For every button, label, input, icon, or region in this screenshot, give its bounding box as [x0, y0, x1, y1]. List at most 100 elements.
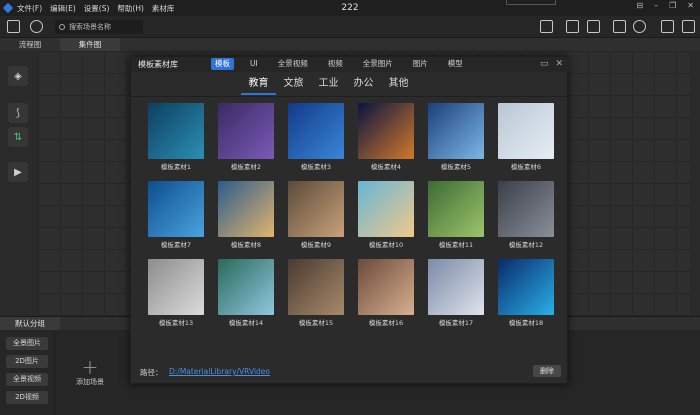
video-icon[interactable]: ▶ — [8, 162, 28, 182]
toolbar: 搜索场景名称 — [0, 16, 700, 38]
save-icon[interactable] — [540, 20, 553, 33]
monitor-icon[interactable] — [661, 20, 674, 33]
type-tab-5[interactable]: 图片 — [409, 58, 432, 70]
template-thumbnail — [358, 259, 414, 315]
template-label: 模板素材12 — [508, 241, 544, 249]
category-tab-1[interactable]: 文旅 — [276, 75, 311, 95]
type-tab-6[interactable]: 模型 — [444, 58, 467, 70]
right-sidebar — [690, 51, 700, 316]
template-label: 模板素材2 — [230, 163, 262, 171]
template-label: 模板素材9 — [300, 241, 332, 249]
tab-flowchart[interactable]: 流程图 — [0, 38, 60, 51]
menu-help[interactable]: 帮助(H) — [117, 3, 144, 14]
category-panorama-image[interactable]: 全景图片 — [6, 337, 48, 350]
type-tab-0[interactable]: 模板 — [211, 58, 234, 70]
template-item[interactable]: 模板素材11 — [428, 181, 484, 249]
template-label: 模板素材17 — [438, 319, 474, 327]
menu-material-library[interactable]: 素材库 — [152, 3, 175, 14]
menu-bar: 文件(F) 编辑(E) 设置(S) 帮助(H) 素材库 — [17, 3, 174, 14]
template-thumbnail — [288, 181, 344, 237]
template-thumbnail — [148, 103, 204, 159]
type-tabs: 模板 UI 全景视频 视频 全景图片 图片 模型 — [211, 58, 479, 70]
search-input[interactable]: 搜索场景名称 — [69, 22, 111, 32]
template-label: 模板素材1 — [160, 163, 192, 171]
pin-icon[interactable]: ⊟ — [636, 1, 643, 10]
template-item[interactable]: 模板素材3 — [288, 103, 344, 171]
template-label: 模板素材4 — [370, 163, 402, 171]
type-tab-3[interactable]: 视频 — [324, 58, 347, 70]
template-thumbnail — [148, 259, 204, 315]
type-tab-1[interactable]: UI — [246, 58, 262, 70]
template-label: 模板素材16 — [368, 319, 404, 327]
minimize-icon[interactable]: – — [654, 1, 658, 10]
template-item[interactable]: 模板素材15 — [288, 259, 344, 327]
layers-icon[interactable]: ◈ — [8, 66, 28, 86]
template-item[interactable]: 模板素材13 — [148, 259, 204, 327]
publish-icon[interactable] — [682, 20, 695, 33]
template-item[interactable]: 模板素材17 — [428, 259, 484, 327]
category-2d-image[interactable]: 2D图片 — [6, 355, 48, 368]
preview-icon[interactable] — [566, 20, 579, 33]
dialog-header: 模板素材库 模板 UI 全景视频 视频 全景图片 图片 模型 ▭ ✕ — [131, 57, 569, 72]
template-label: 模板素材7 — [160, 241, 192, 249]
gear-icon[interactable] — [30, 20, 43, 33]
template-thumbnail — [498, 181, 554, 237]
template-thumbnail — [358, 181, 414, 237]
search-box[interactable]: 搜索场景名称 — [55, 20, 143, 34]
template-item[interactable]: 模板素材12 — [498, 181, 554, 249]
template-item[interactable]: 模板素材2 — [218, 103, 274, 171]
tab-component-view[interactable]: 集件图 — [60, 38, 120, 51]
dialog-close-icon[interactable]: ✕ — [555, 59, 563, 69]
search-icon — [59, 24, 65, 30]
menu-settings[interactable]: 设置(S) — [84, 3, 110, 14]
type-tab-2[interactable]: 全景视频 — [274, 58, 312, 70]
add-scene-button[interactable]: + 添加场景 — [72, 357, 108, 387]
template-item[interactable]: 模板素材4 — [358, 103, 414, 171]
template-item[interactable]: 模板素材7 — [148, 181, 204, 249]
category-tab-3[interactable]: 办公 — [346, 75, 381, 95]
add-scene-label: 添加场景 — [76, 378, 104, 386]
template-item[interactable]: 模板素材8 — [218, 181, 274, 249]
template-thumbnail — [218, 259, 274, 315]
package-icon[interactable] — [587, 20, 600, 33]
divider — [131, 96, 569, 97]
template-label: 模板素材11 — [438, 241, 474, 249]
restore-icon[interactable]: ❐ — [669, 1, 676, 10]
template-item[interactable]: 模板素材10 — [358, 181, 414, 249]
template-item[interactable]: 模板素材5 — [428, 103, 484, 171]
menu-file[interactable]: 文件(F) — [17, 3, 42, 14]
upload-cloud-icon[interactable] — [633, 20, 646, 33]
branch-icon[interactable]: ⇅ — [8, 127, 28, 147]
category-panorama-video[interactable]: 全景视频 — [6, 373, 48, 386]
group-tab-default[interactable]: 默认分组 — [0, 317, 60, 330]
template-thumbnail — [428, 181, 484, 237]
close-icon[interactable]: ✕ — [687, 1, 694, 10]
title-tab-indicator — [506, 0, 556, 5]
category-2d-video[interactable]: 2D视频 — [6, 391, 48, 404]
template-label: 模板素材5 — [440, 163, 472, 171]
template-item[interactable]: 模板素材16 — [358, 259, 414, 327]
template-item[interactable]: 模板素材9 — [288, 181, 344, 249]
category-tab-2[interactable]: 工业 — [311, 75, 346, 95]
category-tab-4[interactable]: 其他 — [381, 75, 416, 95]
template-thumbnail — [428, 259, 484, 315]
template-item[interactable]: 模板素材18 — [498, 259, 554, 327]
path-link[interactable]: D:/MaterialLibrary/VRVideo — [169, 367, 270, 376]
export-icon[interactable] — [613, 20, 626, 33]
folder-icon[interactable] — [7, 20, 20, 33]
view-tabs: 流程图 集件图 — [0, 38, 700, 51]
menu-edit[interactable]: 编辑(E) — [50, 3, 76, 14]
plus-icon: + — [81, 355, 99, 379]
app-logo-icon — [2, 2, 14, 14]
dialog-footer: 路径： D:/MaterialLibrary/VRVideo 删除 — [131, 360, 569, 384]
template-thumbnail — [498, 259, 554, 315]
type-tab-4[interactable]: 全景图片 — [359, 58, 397, 70]
category-tab-0[interactable]: 教育 — [241, 75, 276, 95]
delete-button[interactable]: 删除 — [533, 365, 561, 377]
template-item[interactable]: 模板素材1 — [148, 103, 204, 171]
link-icon[interactable]: ⟆ — [8, 103, 28, 123]
maximize-icon[interactable]: ▭ — [540, 59, 549, 69]
template-item[interactable]: 模板素材14 — [218, 259, 274, 327]
template-item[interactable]: 模板素材6 — [498, 103, 554, 171]
left-toolbar: ◈ ⟆ ⇅ ▶ — [0, 51, 38, 316]
